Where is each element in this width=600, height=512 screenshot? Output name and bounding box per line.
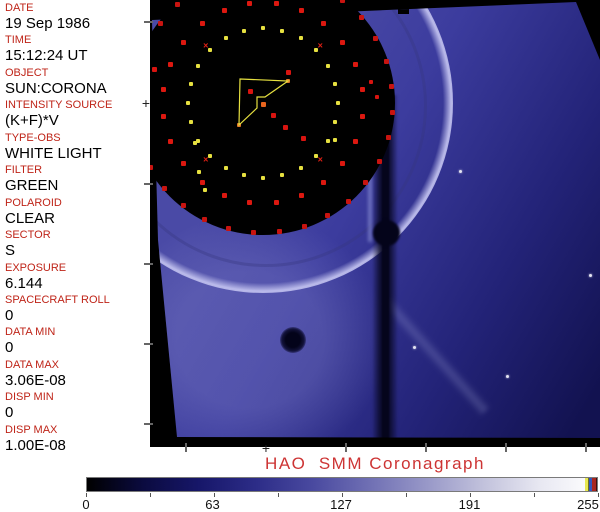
colorbar-tick	[534, 493, 535, 497]
field-label: DATE	[5, 2, 34, 14]
field-value: WHITE LIGHT	[5, 144, 102, 162]
field-label: EXPOSURE	[5, 261, 67, 274]
colorbar-tick	[214, 493, 215, 497]
field-value: 0	[5, 306, 14, 324]
colorbar-tick	[86, 493, 87, 497]
field-label: OBJECT	[5, 66, 49, 79]
field-label: DATA MAX	[5, 358, 59, 371]
field-value: 0	[5, 404, 14, 422]
field-sector: SECTOR S	[0, 229, 150, 261]
field-label: TYPE-OBS	[5, 131, 61, 144]
field-data-max: DATA MAX 3.06E-08	[0, 359, 150, 391]
field-label: DISP MAX	[5, 423, 58, 436]
field-polaroid: POLAROID CLEAR	[0, 197, 150, 229]
field-label: DATA MIN	[5, 326, 56, 339]
field-label: TIME	[5, 34, 32, 47]
colorbar-tick	[150, 493, 151, 497]
field-value: 0	[5, 339, 14, 357]
field-data-min: DATA MIN 0	[0, 326, 150, 358]
field-value: 3.06E-08	[5, 371, 66, 389]
field-value: SUN:CORONA	[5, 79, 107, 97]
field-label: FILTER	[5, 164, 43, 177]
field-type-obs: TYPE-OBS WHITE LIGHT	[0, 132, 150, 164]
field-intensity-source: INTENSITY SOURCE (K+F)*V	[0, 99, 150, 131]
field-label: SECTOR	[5, 229, 51, 242]
colorbar-tick	[278, 493, 279, 497]
field-label: INTENSITY SOURCE	[5, 99, 113, 112]
fiducial-polygon	[238, 78, 290, 127]
colorbar-end-stripe	[585, 478, 588, 491]
colorbar-tick-label: 127	[330, 497, 352, 512]
field-value: 6.144	[5, 274, 43, 292]
field-value: (K+F)*V	[5, 112, 59, 130]
colorbar-tick	[470, 493, 471, 497]
metadata-sidebar: DATE 19 Sep 1986 TIME 15:12:24 UT OBJECT…	[0, 0, 150, 462]
field-exposure: EXPOSURE 6.144	[0, 262, 150, 294]
field-value: 19 Sep 1986	[5, 15, 91, 32]
field-value: S	[5, 242, 16, 260]
field-value: GREEN	[5, 177, 59, 195]
field-time: TIME 15:12:24 UT	[0, 34, 150, 66]
field-value: 15:12:24 UT	[5, 47, 88, 65]
colorbar-tick-label: 191	[458, 497, 481, 512]
colorbar-end-stripe	[596, 478, 597, 491]
colorbar-tick	[598, 493, 599, 497]
field-value: CLEAR	[5, 209, 56, 227]
image-caption: HAO SMM Coronagraph	[265, 454, 485, 473]
colorbar-tick-label: 63	[205, 497, 220, 512]
colorbar-tick-label: 255	[577, 497, 599, 512]
coronagraph-viewer: { "sidebar": { "label_color": "#bf2418",…	[0, 0, 600, 512]
field-disp-max: DISP MAX 1.00E-08	[0, 424, 150, 456]
field-label: SPACECRAFT ROLL	[5, 293, 110, 306]
field-value: 1.00E-08	[5, 436, 66, 454]
field-filter: FILTER GREEN	[0, 164, 150, 196]
field-label: POLAROID	[5, 196, 62, 209]
colorbar-tick	[342, 493, 343, 497]
colorbar-end-stripe	[592, 478, 596, 491]
field-disp-min: DISP MIN 0	[0, 391, 150, 423]
field-label: DISP MIN	[5, 391, 54, 404]
colorbar-end-stripe	[589, 478, 592, 491]
colorbar-tick-label: 0	[82, 497, 90, 512]
field-spacecraft-roll: SPACECRAFT ROLL 0	[0, 294, 150, 326]
colorbar-end-stripe	[588, 478, 589, 491]
fiducial-overlay	[238, 78, 290, 127]
intensity-colorbar	[86, 477, 598, 492]
field-date: DATE 19 Sep 1986	[0, 2, 150, 34]
field-object: OBJECT SUN:CORONA	[0, 67, 150, 99]
colorbar-tick	[406, 493, 407, 497]
coronagraph-image[interactable]: × × × ×	[150, 0, 600, 447]
